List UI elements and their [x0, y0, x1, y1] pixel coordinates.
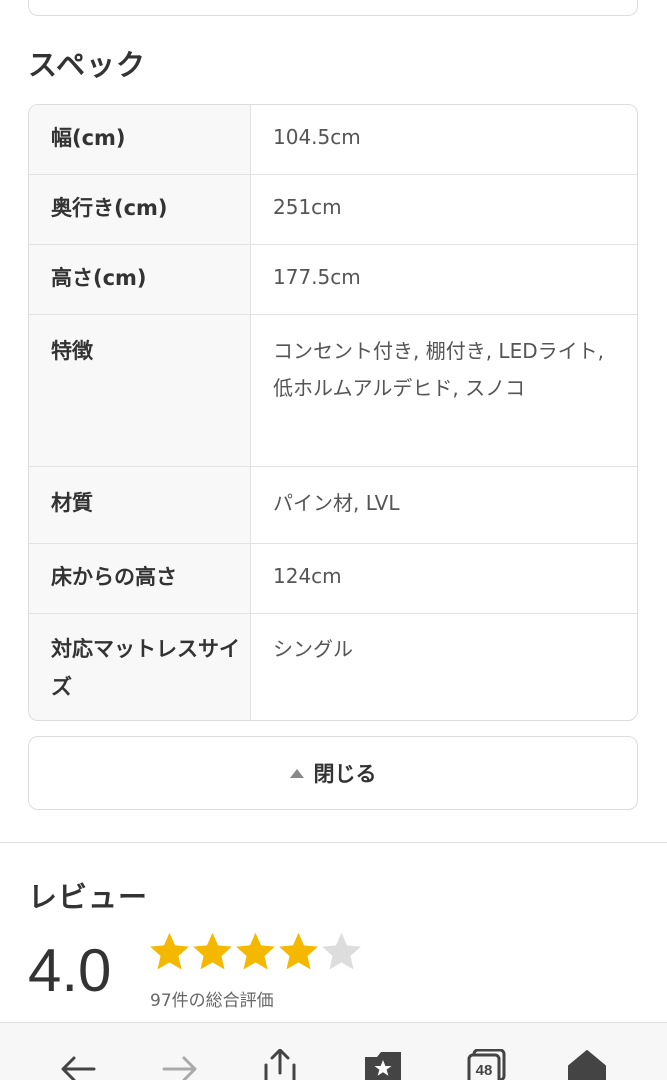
triangle-up-icon — [289, 768, 304, 778]
rating-stars[interactable] — [148, 930, 363, 973]
section-divider — [0, 842, 667, 843]
spec-row-height: 高さ(cm) 177.5cm — [29, 245, 637, 315]
home-icon[interactable] — [567, 1049, 607, 1080]
star-filled-icon — [193, 932, 232, 970]
spec-key: 奥行き(cm) — [29, 175, 251, 244]
spec-row-mattress-size: 対応マットレスサイズ シングル — [29, 614, 637, 720]
spec-value: コンセント付き, 棚付き, LEDライト, 低ホルムアルデヒド, スノコ — [273, 339, 604, 400]
spec-row-features: 特徴 コンセント付き, 棚付き, LEDライト, 低ホルムアルデヒド, スノコ — [29, 315, 637, 467]
spec-key: 幅(cm) — [29, 105, 251, 174]
star-empty-icon — [322, 932, 361, 970]
spec-key: 材質 — [29, 467, 251, 543]
spec-row-width: 幅(cm) 104.5cm — [29, 105, 637, 175]
tabs-icon[interactable]: 48 — [466, 1049, 506, 1080]
spec-row-floor-height: 床からの高さ 124cm — [29, 544, 637, 614]
rating-count[interactable]: 97件の総合評価 — [150, 986, 274, 1011]
back-arrow-icon[interactable] — [58, 1049, 98, 1080]
browser-bottom-bar: 48 — [0, 1023, 667, 1080]
tab-count: 48 — [476, 1062, 493, 1079]
share-icon[interactable] — [260, 1049, 300, 1080]
spec-value: 251cm — [273, 195, 342, 219]
spec-value: シングル — [273, 637, 353, 661]
close-spec-button[interactable]: 閉じる — [28, 736, 638, 810]
bookmark-star-icon[interactable] — [363, 1049, 403, 1080]
spec-row-material: 材質 パイン材, LVL — [29, 467, 637, 544]
spec-section-title: スペック — [28, 48, 146, 82]
spec-value: 104.5cm — [273, 125, 361, 149]
previous-card-edge — [28, 0, 638, 16]
spec-value: 177.5cm — [273, 265, 361, 289]
spec-table: 幅(cm) 104.5cm 奥行き(cm) 251cm 高さ(cm) 177.5… — [28, 104, 638, 721]
review-section-title: レビュー — [28, 880, 149, 914]
star-filled-icon — [279, 932, 318, 970]
spec-value: パイン材, LVL — [273, 491, 400, 515]
spec-key: 特徴 — [29, 315, 251, 466]
rating-score: 4.0 — [28, 937, 112, 1004]
spec-key: 対応マットレスサイズ — [29, 614, 251, 720]
star-filled-icon — [236, 932, 275, 970]
star-filled-icon — [150, 932, 189, 970]
forward-arrow-icon[interactable] — [160, 1049, 200, 1080]
close-button-label: 閉じる — [313, 763, 377, 786]
spec-key: 床からの高さ — [29, 544, 251, 613]
spec-value: 124cm — [273, 564, 342, 588]
spec-key: 高さ(cm) — [29, 245, 251, 314]
spec-row-depth: 奥行き(cm) 251cm — [29, 175, 637, 245]
